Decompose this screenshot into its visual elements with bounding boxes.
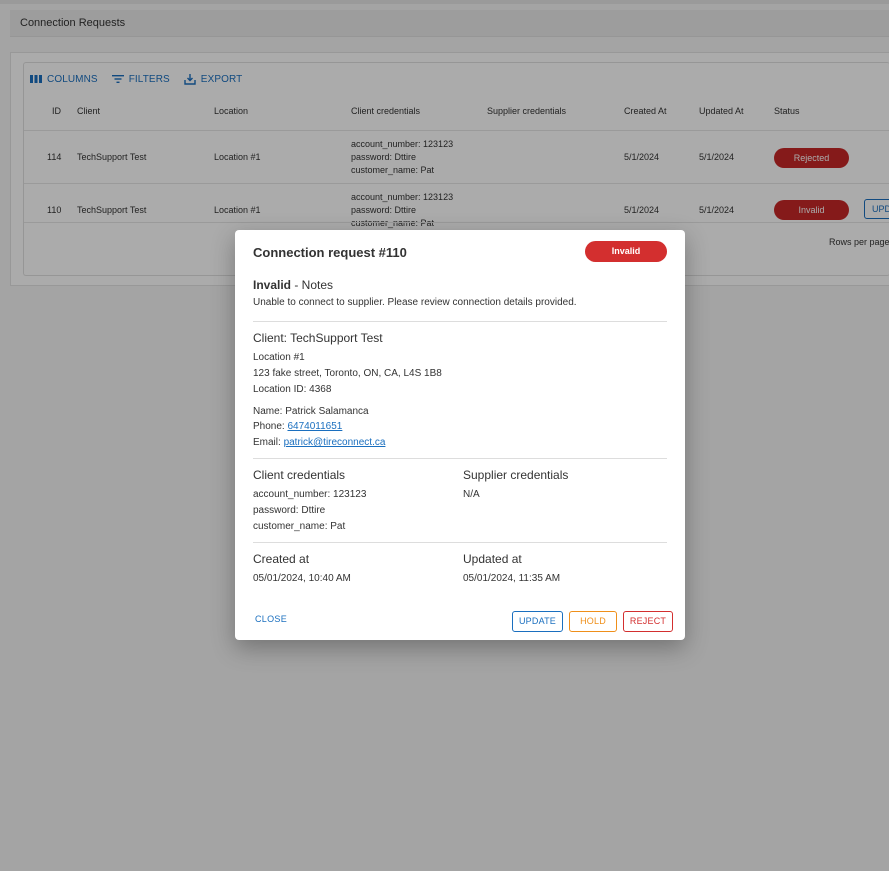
credential-line: account_number: 123123 [253,489,367,500]
phone-label: Phone: [253,421,288,432]
credential-line: customer_name: Pat [253,521,346,532]
notes-heading: Invalid - Notes [253,278,333,292]
close-button[interactable]: CLOSE [255,614,287,624]
contact-email: Email: patrick@tireconnect.ca [253,437,385,448]
client-credentials-heading: Client credentials [253,468,346,482]
credential-line: password: Dttire [253,505,326,516]
updated-heading: Updated at [463,552,522,566]
contact-phone: Phone: 6474011651 [253,421,342,432]
contact-name: Name: Patrick Salamanca [253,406,369,417]
divider [253,542,667,543]
notes-text: Unable to connect to supplier. Please re… [253,297,577,308]
notes-status: Invalid [253,278,292,292]
divider [253,458,667,459]
email-label: Email: [253,437,284,448]
created-heading: Created at [253,552,310,566]
reject-button[interactable]: REJECT [623,611,673,632]
email-link[interactable]: patrick@tireconnect.ca [284,437,386,448]
location-address: 123 fake street, Toronto, ON, CA, L4S 1B… [253,368,442,379]
client-heading: Client: TechSupport Test [253,331,383,345]
phone-link[interactable]: 6474011651 [287,421,342,432]
supplier-credentials-value: N/A [463,489,480,500]
connection-request-dialog: Connection request #110 Invalid Invalid … [235,230,685,640]
notes-label: - Notes [291,278,334,292]
update-button[interactable]: UPDATE [512,611,563,632]
divider [253,321,667,322]
location-name: Location #1 [253,352,305,363]
created-value: 05/01/2024, 10:40 AM [253,573,351,584]
status-badge: Invalid [585,241,667,262]
dialog-title: Connection request #110 [253,245,407,260]
hold-button[interactable]: HOLD [569,611,617,632]
updated-value: 05/01/2024, 11:35 AM [463,573,561,584]
supplier-credentials-heading: Supplier credentials [463,468,569,482]
location-id: Location ID: 4368 [253,384,332,395]
